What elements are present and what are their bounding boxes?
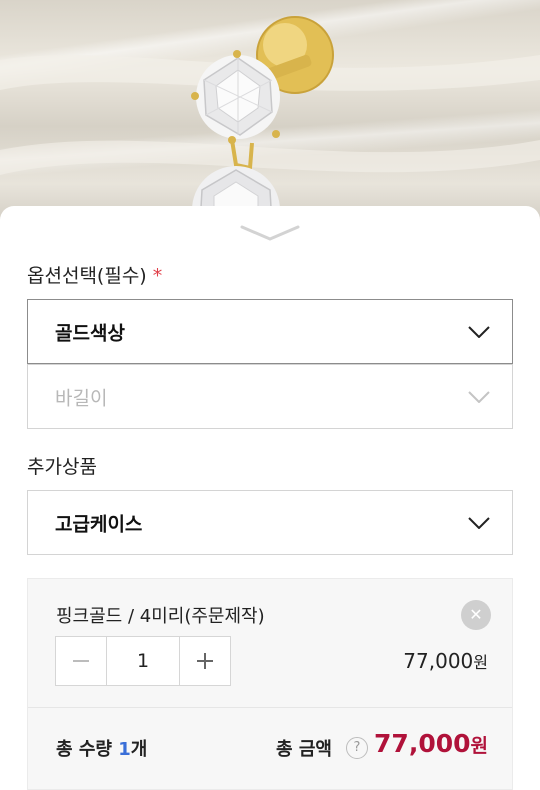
bar-length-select-value: 바길이: [55, 387, 108, 409]
plus-icon: [197, 653, 213, 669]
chevron-down-icon: [468, 325, 490, 338]
total-quantity-label: 총 수량: [56, 739, 112, 760]
minus-icon: [73, 660, 89, 662]
total-price: 77,000원: [374, 729, 488, 758]
required-mark: *: [152, 265, 163, 287]
item-price-currency: 원: [473, 653, 488, 672]
help-icon[interactable]: ?: [346, 737, 368, 759]
remove-item-button[interactable]: ✕: [461, 600, 491, 630]
increase-quantity-button[interactable]: [180, 637, 230, 685]
chevron-down-icon[interactable]: [240, 224, 300, 244]
decrease-quantity-button[interactable]: [56, 637, 106, 685]
addon-section-label: 추가상품: [27, 456, 97, 478]
total-quantity-number: 1: [118, 739, 131, 760]
total-price-label: 총 금액: [276, 739, 332, 760]
close-icon: ✕: [469, 605, 483, 624]
total-price-value: 77,000: [374, 729, 471, 758]
bar-length-select[interactable]: 바길이: [27, 364, 513, 429]
gold-color-select[interactable]: 골드색상: [27, 299, 513, 364]
selected-item-name: 핑크골드 / 4미리(주문제작): [56, 606, 265, 627]
divider: [28, 707, 512, 708]
premium-case-select-value: 고급케이스: [55, 513, 143, 535]
total-quantity-unit: 개: [130, 739, 148, 760]
option-sheet: 옵션선택(필수) * 골드색상 바길이 추가상품 고급케이스 핑크골드 / 4미리…: [0, 206, 540, 790]
option-label-text: 옵션선택(필수): [27, 265, 147, 287]
selected-item-box: 핑크골드 / 4미리(주문제작) ✕ 1 77,000원 총 수량 1개 총 금…: [27, 578, 513, 790]
total-quantity: 총 수량 1개: [56, 735, 147, 761]
gold-color-select-value: 골드색상: [55, 322, 125, 344]
quantity-stepper: 1: [55, 636, 231, 686]
premium-case-select[interactable]: 고급케이스: [27, 490, 513, 555]
product-photo: [0, 0, 540, 230]
chevron-down-icon: [468, 390, 490, 403]
option-section-label: 옵션선택(필수) *: [27, 261, 162, 288]
total-price-currency: 원: [470, 735, 488, 757]
item-price: 77,000원: [403, 649, 488, 673]
quantity-value[interactable]: 1: [106, 637, 180, 685]
chevron-down-icon: [468, 516, 490, 529]
item-price-value: 77,000: [403, 649, 474, 673]
